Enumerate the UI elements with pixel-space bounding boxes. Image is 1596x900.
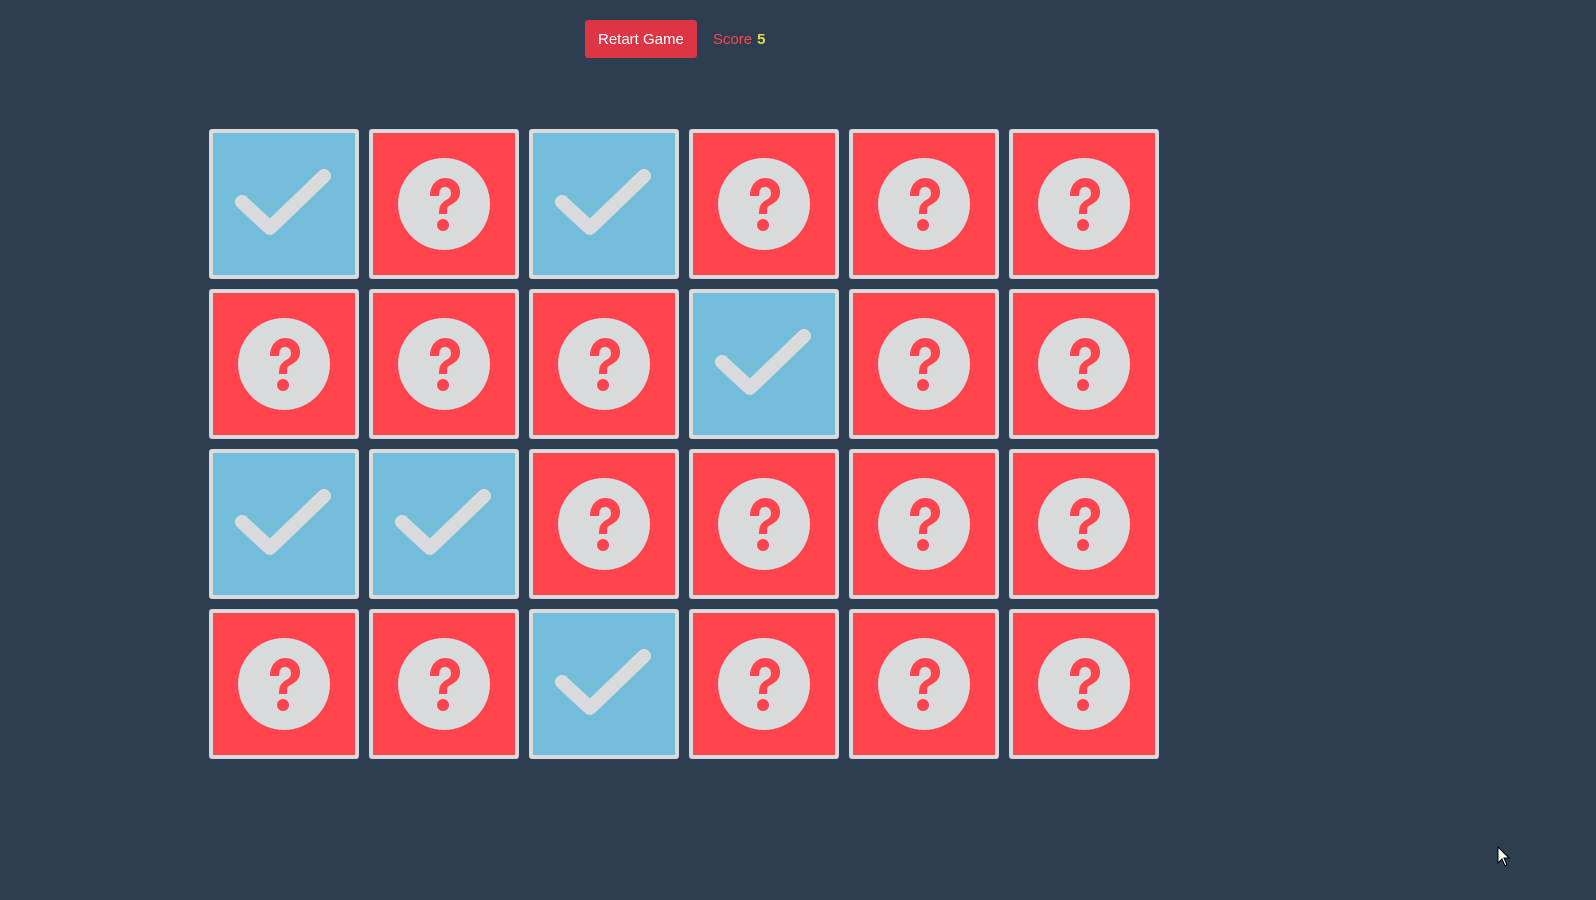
card-matched[interactable] (209, 129, 359, 279)
question-circle-icon (238, 638, 330, 730)
question-circle-icon (238, 318, 330, 410)
checkmark-icon (554, 644, 654, 724)
card-hidden[interactable] (369, 289, 519, 439)
card-matched[interactable] (369, 449, 519, 599)
checkmark-icon (394, 484, 494, 564)
card-matched[interactable] (689, 289, 839, 439)
score-label: Score (712, 30, 753, 48)
checkmark-icon (234, 164, 334, 244)
mouse-cursor-icon (1497, 845, 1511, 873)
card-hidden[interactable] (529, 449, 679, 599)
card-hidden[interactable] (689, 129, 839, 279)
card-hidden[interactable] (1009, 129, 1159, 279)
question-circle-icon (878, 158, 970, 250)
restart-game-button[interactable]: Retart Game (585, 20, 697, 58)
game-toolbar: Retart Game Score 5 (585, 20, 765, 58)
card-hidden[interactable] (1009, 609, 1159, 759)
card-hidden[interactable] (209, 609, 359, 759)
card-hidden[interactable] (849, 609, 999, 759)
card-matched[interactable] (209, 449, 359, 599)
card-hidden[interactable] (689, 609, 839, 759)
card-matched[interactable] (529, 129, 679, 279)
card-grid (209, 129, 1159, 759)
card-hidden[interactable] (849, 129, 999, 279)
question-circle-icon (1038, 638, 1130, 730)
checkmark-icon (234, 484, 334, 564)
card-hidden[interactable] (1009, 289, 1159, 439)
question-circle-icon (398, 638, 490, 730)
card-hidden[interactable] (1009, 449, 1159, 599)
question-circle-icon (398, 318, 490, 410)
question-circle-icon (878, 478, 970, 570)
checkmark-icon (714, 324, 814, 404)
question-circle-icon (878, 318, 970, 410)
score-value: 5 (757, 30, 766, 48)
card-hidden[interactable] (689, 449, 839, 599)
question-circle-icon (558, 318, 650, 410)
score-display: Score 5 (713, 31, 766, 48)
question-circle-icon (558, 478, 650, 570)
card-hidden[interactable] (369, 129, 519, 279)
card-hidden[interactable] (529, 289, 679, 439)
question-circle-icon (398, 158, 490, 250)
card-hidden[interactable] (369, 609, 519, 759)
card-hidden[interactable] (849, 449, 999, 599)
question-circle-icon (1038, 158, 1130, 250)
question-circle-icon (1038, 478, 1130, 570)
question-circle-icon (718, 478, 810, 570)
card-hidden[interactable] (209, 289, 359, 439)
question-circle-icon (1038, 318, 1130, 410)
question-circle-icon (878, 638, 970, 730)
card-hidden[interactable] (849, 289, 999, 439)
checkmark-icon (554, 164, 654, 244)
card-matched[interactable] (529, 609, 679, 759)
question-circle-icon (718, 158, 810, 250)
question-circle-icon (718, 638, 810, 730)
